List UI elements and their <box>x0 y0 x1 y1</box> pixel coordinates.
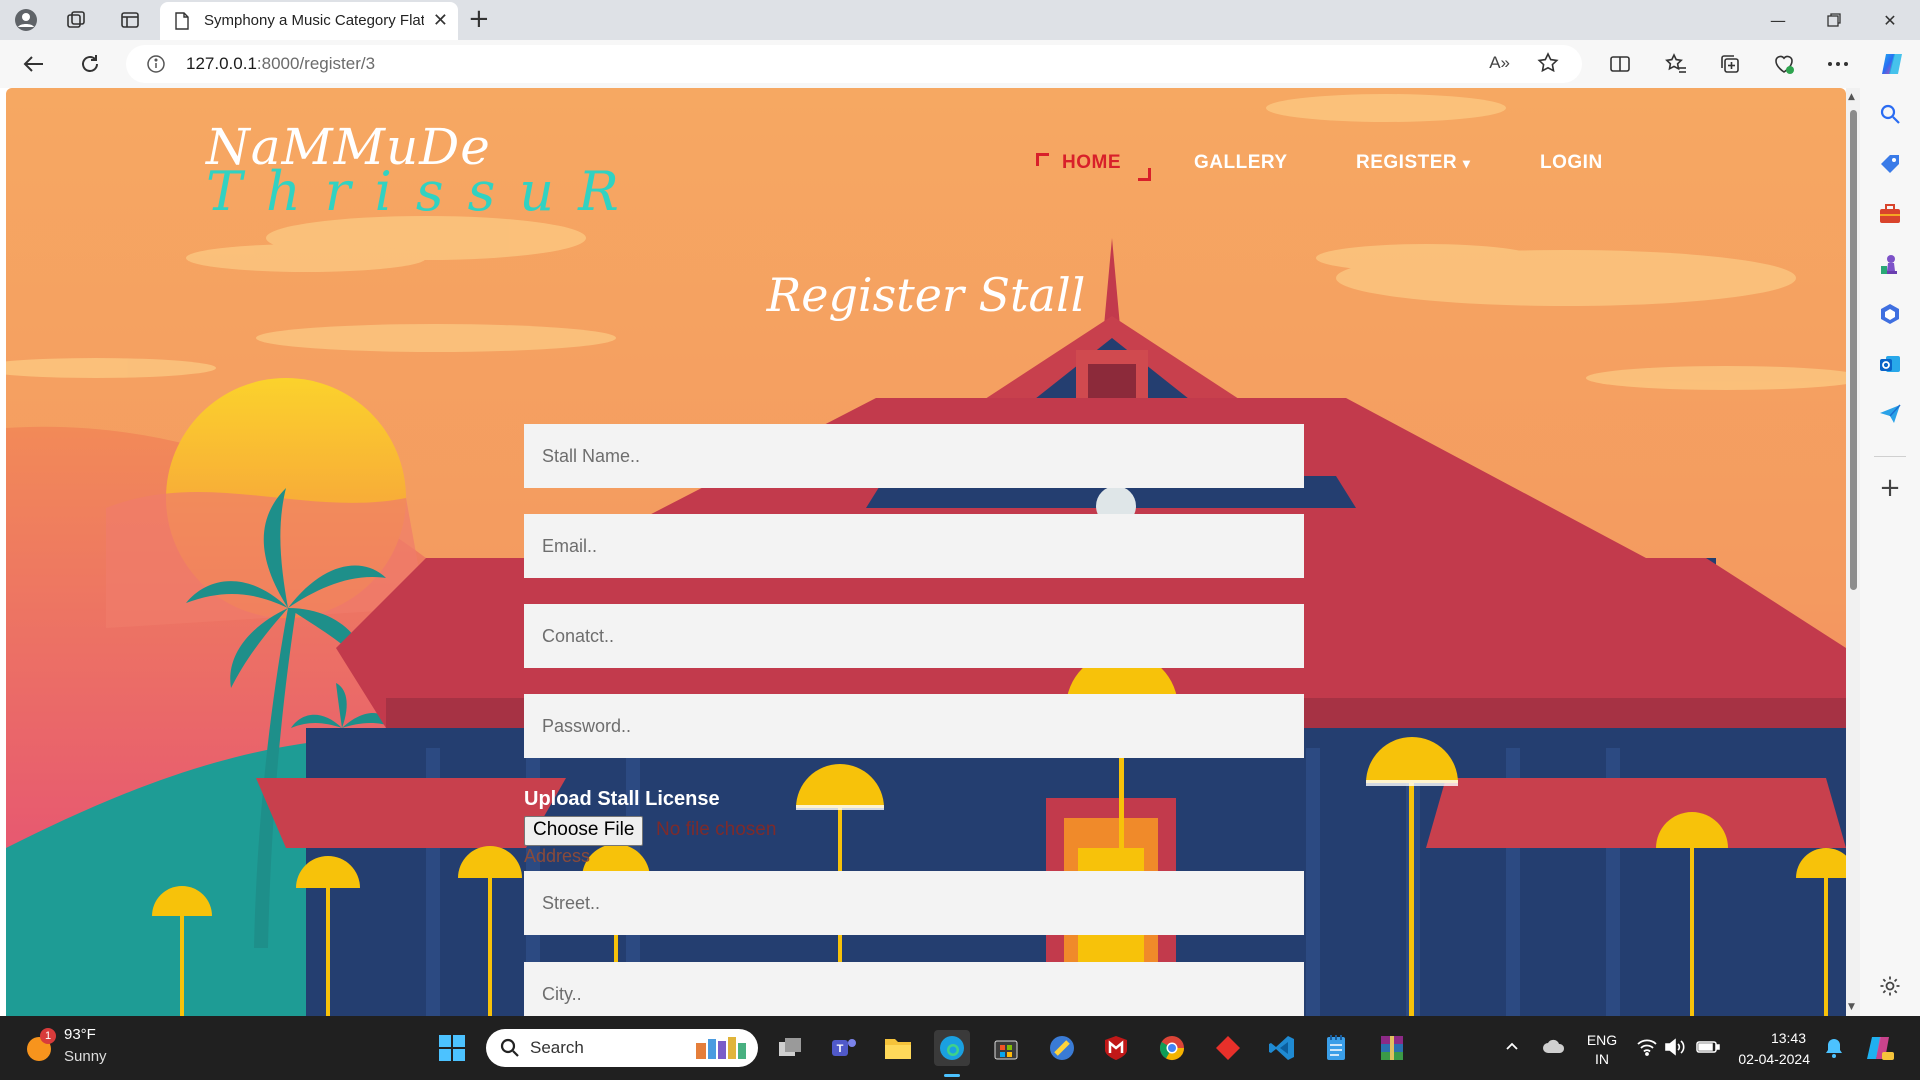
browser-toolbar: 127.0.0.1:8000/register/3 A» <box>0 40 1920 88</box>
close-window-button[interactable]: ✕ <box>1870 6 1910 34</box>
store-icon[interactable] <box>988 1030 1024 1066</box>
taskbar-search[interactable]: Search <box>486 1029 758 1067</box>
more-menu-icon[interactable] <box>1824 50 1852 78</box>
clock-time[interactable]: 13:43 <box>1730 1030 1806 1046</box>
url-text: 127.0.0.1:8000/register/3 <box>186 54 376 73</box>
back-icon[interactable] <box>20 50 48 78</box>
favorites-icon[interactable] <box>1662 50 1690 78</box>
mcafee-icon[interactable] <box>1098 1030 1134 1066</box>
edge-taskbar-icon[interactable] <box>934 1030 970 1066</box>
language-line1[interactable]: ENG <box>1584 1032 1620 1048</box>
page-content: NaMMuDe ThrissuR HOME GALLERY REGISTER ▾… <box>6 88 1846 1016</box>
weather-badge: 1 <box>40 1028 56 1044</box>
page-title: Register Stall <box>766 268 1086 322</box>
notepad-icon[interactable] <box>1318 1030 1354 1066</box>
scroll-thumb[interactable] <box>1850 110 1857 590</box>
new-tab-button[interactable]: + <box>468 4 490 34</box>
add-icon[interactable]: + <box>1876 473 1904 503</box>
tab-title: Symphony a Music Category Flat <box>204 12 424 29</box>
outlook-icon[interactable] <box>1876 350 1904 378</box>
vertical-tabs-icon[interactable] <box>118 8 142 32</box>
volume-icon[interactable] <box>1664 1038 1686 1060</box>
browser-essentials-icon[interactable] <box>1770 50 1798 78</box>
tray-chevron-up-icon[interactable] <box>1504 1038 1520 1058</box>
chrome-icon[interactable] <box>1154 1030 1190 1066</box>
refresh-icon[interactable] <box>76 50 104 78</box>
git-icon[interactable] <box>1210 1030 1246 1066</box>
file-status-text: No file chosen <box>656 819 777 840</box>
send-icon[interactable] <box>1876 400 1904 428</box>
copilot-taskbar-icon[interactable] <box>1864 1034 1894 1066</box>
svg-text:T: T <box>837 1043 844 1055</box>
close-tab-icon[interactable]: ✕ <box>433 10 448 31</box>
weather-description[interactable]: Sunny <box>64 1048 107 1065</box>
windows-taskbar: 1 93°F Sunny Search T ENG IN 13:43 02-04… <box>0 1016 1920 1080</box>
gear-icon[interactable] <box>1876 972 1904 1000</box>
stall-name-field[interactable] <box>524 424 1304 488</box>
nav-home[interactable]: HOME <box>1062 152 1121 174</box>
edge-sidebar: + <box>1860 88 1920 1016</box>
battery-icon[interactable] <box>1696 1039 1720 1059</box>
file-explorer-icon[interactable] <box>880 1030 916 1066</box>
page-scrollbar[interactable]: ▲ ▼ <box>1846 88 1860 1016</box>
search-label: Search <box>530 1038 584 1057</box>
address-label: Address <box>524 846 591 866</box>
tab-strip: Symphony a Music Category Flat ✕ + — ✕ <box>0 0 1920 40</box>
logo-text-bottom[interactable]: ThrissuR <box>206 160 643 223</box>
shopping-tag-icon[interactable] <box>1876 150 1904 178</box>
games-chess-icon[interactable] <box>1876 250 1904 278</box>
minimize-button[interactable]: — <box>1758 6 1798 34</box>
windows-start-icon[interactable] <box>434 1030 470 1066</box>
notification-bell-icon[interactable] <box>1824 1037 1844 1063</box>
sidebar-divider <box>1874 456 1906 457</box>
address-bar[interactable]: 127.0.0.1:8000/register/3 A» <box>126 45 1582 83</box>
scroll-down-icon[interactable]: ▼ <box>1848 1002 1855 1012</box>
workspaces-icon[interactable] <box>64 8 88 32</box>
chevron-down-icon: ▾ <box>1462 155 1471 171</box>
vscode-icon[interactable] <box>1264 1030 1300 1066</box>
python-icon[interactable] <box>1044 1030 1080 1066</box>
active-app-indicator <box>944 1074 960 1077</box>
nav-register[interactable]: REGISTER ▾ <box>1356 152 1470 174</box>
tools-briefcase-icon[interactable] <box>1876 200 1904 228</box>
search-icon[interactable] <box>1876 100 1904 128</box>
restore-button[interactable] <box>1814 6 1854 34</box>
active-bracket-top <box>1036 153 1049 166</box>
upload-license-label: Upload Stall License <box>524 788 720 810</box>
search-highlight-icon <box>690 1033 752 1067</box>
password-field[interactable] <box>524 694 1304 758</box>
scroll-up-icon[interactable]: ▲ <box>1848 92 1855 102</box>
collections-icon[interactable] <box>1716 50 1744 78</box>
email-field[interactable] <box>524 514 1304 578</box>
favorite-star-icon[interactable] <box>1536 51 1560 79</box>
profile-icon[interactable] <box>14 8 38 32</box>
onedrive-cloud-icon[interactable] <box>1542 1038 1566 1058</box>
winrar-icon[interactable] <box>1374 1030 1410 1066</box>
language-line2[interactable]: IN <box>1584 1051 1620 1067</box>
teams-icon[interactable]: T <box>826 1030 862 1066</box>
copilot-icon[interactable] <box>1878 50 1906 78</box>
microsoft-365-icon[interactable] <box>1876 300 1904 328</box>
choose-file-button[interactable]: Choose File <box>524 816 644 846</box>
nav-login[interactable]: LOGIN <box>1540 152 1603 174</box>
nav-gallery[interactable]: GALLERY <box>1194 152 1288 174</box>
active-bracket-bottom <box>1138 168 1151 181</box>
site-info-icon[interactable] <box>146 54 166 78</box>
street-field[interactable] <box>524 871 1304 935</box>
contact-field[interactable] <box>524 604 1304 668</box>
task-view-icon[interactable] <box>772 1030 808 1066</box>
active-tab[interactable]: Symphony a Music Category Flat ✕ <box>160 2 458 40</box>
weather-temperature[interactable]: 93°F <box>64 1026 96 1043</box>
split-screen-icon[interactable] <box>1606 50 1634 78</box>
city-field[interactable] <box>524 962 1304 1016</box>
search-icon <box>500 1038 520 1062</box>
read-aloud-icon[interactable]: A» <box>1489 53 1510 73</box>
page-icon <box>174 12 190 34</box>
clock-date[interactable]: 02-04-2024 <box>1726 1051 1810 1067</box>
wifi-icon[interactable] <box>1636 1038 1658 1060</box>
